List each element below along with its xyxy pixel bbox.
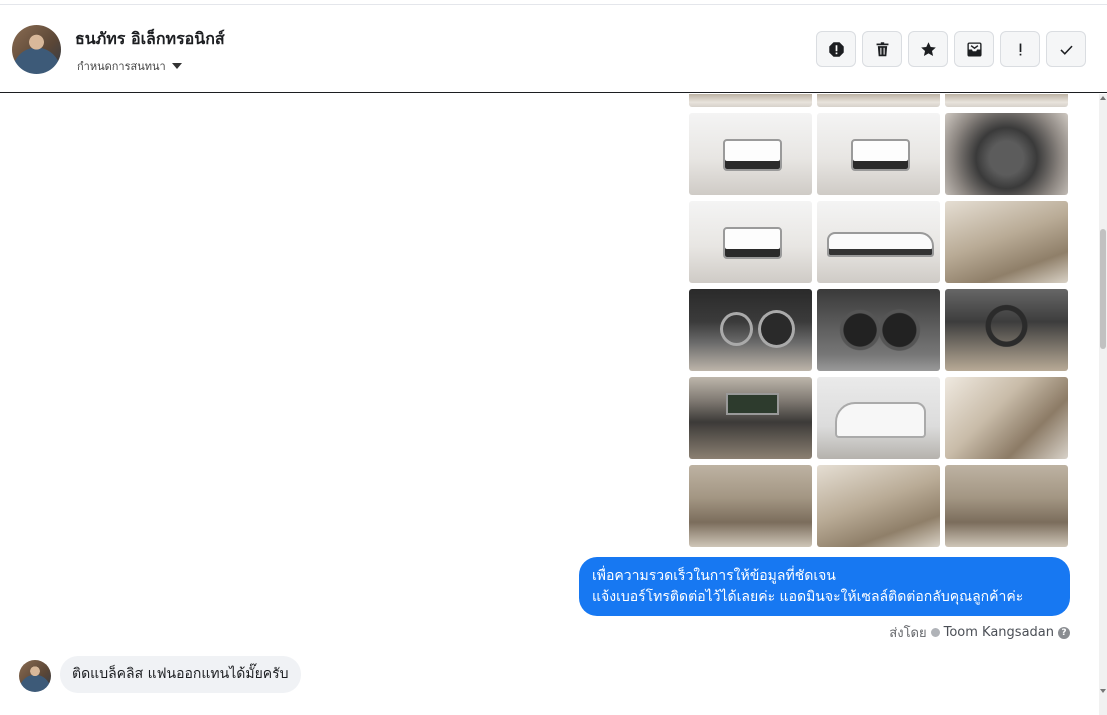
photo-thumbnail[interactable]: [817, 377, 940, 459]
outgoing-message-line: เพื่อความรวดเร็วในการให้ข้อมูลที่ชัดเจน: [592, 568, 836, 584]
photo-thumbnail[interactable]: [945, 113, 1068, 195]
photo-thumbnail[interactable]: [817, 289, 940, 371]
outgoing-message-line: แจ้งเบอร์โทรติดต่อไว้ได้เลยค่ะ แอดมินจะใ…: [592, 589, 1024, 605]
scroll-up-arrow-icon[interactable]: [1100, 96, 1106, 100]
follow-up-button[interactable]: [1000, 31, 1040, 67]
sender-name[interactable]: Toom Kangsadan: [944, 625, 1054, 640]
checkmark-icon: [1059, 45, 1073, 55]
outgoing-message-bubble[interactable]: เพื่อความรวดเร็วในการให้ข้อมูลที่ชัดเจน …: [579, 557, 1070, 616]
trash-icon: [876, 41, 888, 56]
alert-circle-icon: [828, 41, 844, 57]
header-actions: [816, 31, 1086, 67]
sent-by-info: ส่งโดย Toom Kangsadan ?: [889, 622, 1070, 643]
photo-thumbnail[interactable]: [945, 377, 1068, 459]
photo-thumbnail[interactable]: [689, 201, 812, 283]
page-icon: [930, 628, 940, 637]
report-spam-button[interactable]: [816, 31, 856, 67]
archive-icon: [966, 41, 982, 57]
contact-name[interactable]: ธนภัทร อิเล็กทรอนิกส์: [75, 27, 225, 52]
photo-thumbnail[interactable]: [689, 465, 812, 547]
scrollbar[interactable]: [1099, 94, 1107, 715]
photo-thumbnail[interactable]: [945, 289, 1068, 371]
photo-thumbnail[interactable]: [817, 113, 940, 195]
sent-by-label: ส่งโดย: [889, 626, 927, 641]
photo-thumbnail[interactable]: [945, 465, 1068, 547]
star-button[interactable]: [908, 31, 948, 67]
photo-thumbnail[interactable]: [689, 113, 812, 195]
scrollbar-thumb[interactable]: [1100, 229, 1106, 349]
conversation-settings-label: กำหนดการสนทนา: [77, 60, 166, 73]
caret-down-icon: [171, 63, 182, 69]
conversation-header: ธนภัทร อิเล็กทรอนิกส์ กำหนดการสนทนา: [0, 4, 1107, 93]
photo-thumbnail[interactable]: [945, 201, 1068, 283]
delete-button[interactable]: [862, 31, 902, 67]
incoming-message-bubble[interactable]: ติดแบล็คลิส แฟนออกแทนได้มั๊ยครับ: [60, 656, 301, 693]
incoming-avatar[interactable]: [19, 660, 51, 692]
photo-thumbnail[interactable]: [689, 377, 812, 459]
help-icon[interactable]: ?: [1058, 626, 1070, 639]
archive-button[interactable]: [954, 31, 994, 67]
photo-thumbnail[interactable]: [817, 465, 940, 547]
photo-grid: [689, 94, 1069, 547]
photo-thumbnail[interactable]: [689, 289, 812, 371]
photo-thumbnail[interactable]: [817, 201, 940, 283]
mark-done-button[interactable]: [1046, 31, 1086, 67]
contact-avatar[interactable]: [12, 25, 61, 74]
conversation-settings-dropdown[interactable]: กำหนดการสนทนา: [77, 57, 182, 75]
scroll-down-arrow-icon[interactable]: [1100, 689, 1106, 693]
star-icon: [920, 41, 936, 56]
exclamation-icon: [1019, 43, 1021, 55]
